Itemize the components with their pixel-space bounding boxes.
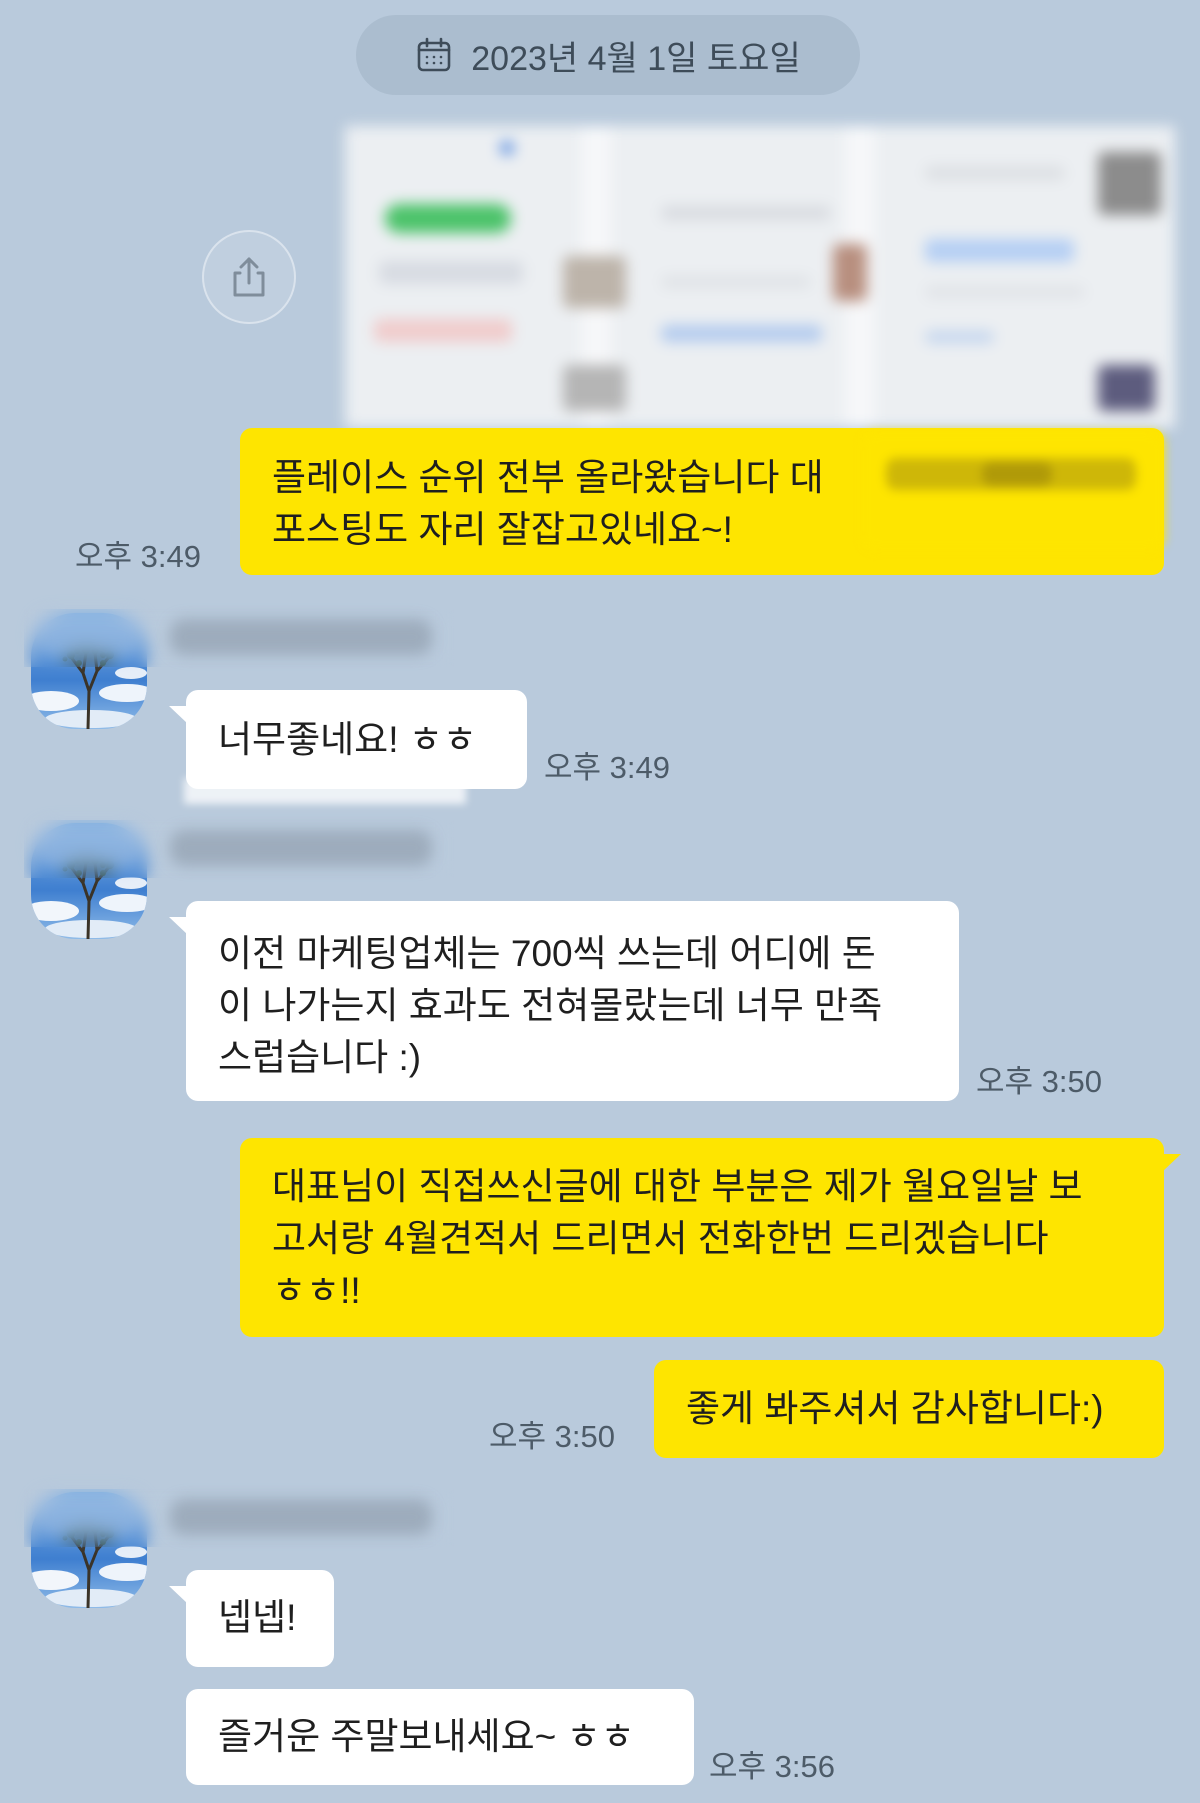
sent-message-bubble[interactable]: 플레이스 순위 전부 올라왔습니다 대 포스팅도 자리 잘잡고있네요~! (240, 428, 1164, 575)
message-time: 오후 3:49 (544, 750, 670, 785)
message-text-line: 넵넵! (218, 1597, 297, 1638)
message-text-line: 대표님이 직접쓰신글에 대한 부분은 제가 월요일날 보 (272, 1166, 1083, 1207)
received-message-bubble[interactable]: 넵넵! (169, 1570, 334, 1667)
message-text-line: 고서랑 4월견적서 드리면서 전화한번 드리겠습니다 (272, 1218, 1049, 1259)
redacted-text (862, 432, 1164, 550)
date-label: 2023년 4월 1일 토요일 (471, 39, 801, 78)
share-button[interactable] (202, 230, 296, 324)
message-time: 오후 3:49 (75, 539, 201, 574)
redaction-streak (184, 778, 466, 804)
received-message-bubble[interactable]: 이전 마케팅업체는 700씩 쓰는데 어디에 돈 이 나가는지 효과도 전혀몰랐… (169, 901, 959, 1101)
message-text-line: 좋게 봐주셔서 감사합니다:) (686, 1388, 1104, 1429)
message-time: 오후 3:56 (709, 1749, 835, 1784)
calendar-icon (417, 37, 451, 72)
message-time: 오후 3:50 (976, 1064, 1102, 1099)
message-text-line: 이 나가는지 효과도 전혀몰랐는데 너무 만족 (218, 985, 883, 1026)
shared-image-message[interactable] (345, 126, 1175, 428)
sender-name-redacted (24, 609, 454, 667)
message-text-line: ㅎㅎ!! (272, 1270, 361, 1311)
message-time: 오후 3:50 (489, 1419, 615, 1454)
message-text-line: 스럽습니다 :) (218, 1037, 422, 1078)
sent-message-bubble[interactable]: 좋게 봐주셔서 감사합니다:) (654, 1360, 1164, 1458)
sender-name-redacted (24, 1489, 454, 1547)
sent-message-bubble[interactable]: 대표님이 직접쓰신글에 대한 부분은 제가 월요일날 보 고서랑 4월견적서 드… (240, 1138, 1181, 1337)
message-text-line: 이전 마케팅업체는 700씩 쓰는데 어디에 돈 (218, 933, 876, 974)
date-divider: 2023년 4월 1일 토요일 (356, 15, 860, 95)
message-text-line: 즐거운 주말보내세요~ ㅎㅎ (218, 1716, 635, 1757)
share-icon (233, 257, 265, 297)
message-text-line: 너무좋네요! ㅎㅎ (218, 719, 477, 760)
received-message-bubble[interactable]: 즐거운 주말보내세요~ ㅎㅎ (186, 1689, 694, 1785)
sender-name-redacted (24, 820, 454, 878)
received-message-bubble[interactable]: 너무좋네요! ㅎㅎ (169, 690, 527, 789)
